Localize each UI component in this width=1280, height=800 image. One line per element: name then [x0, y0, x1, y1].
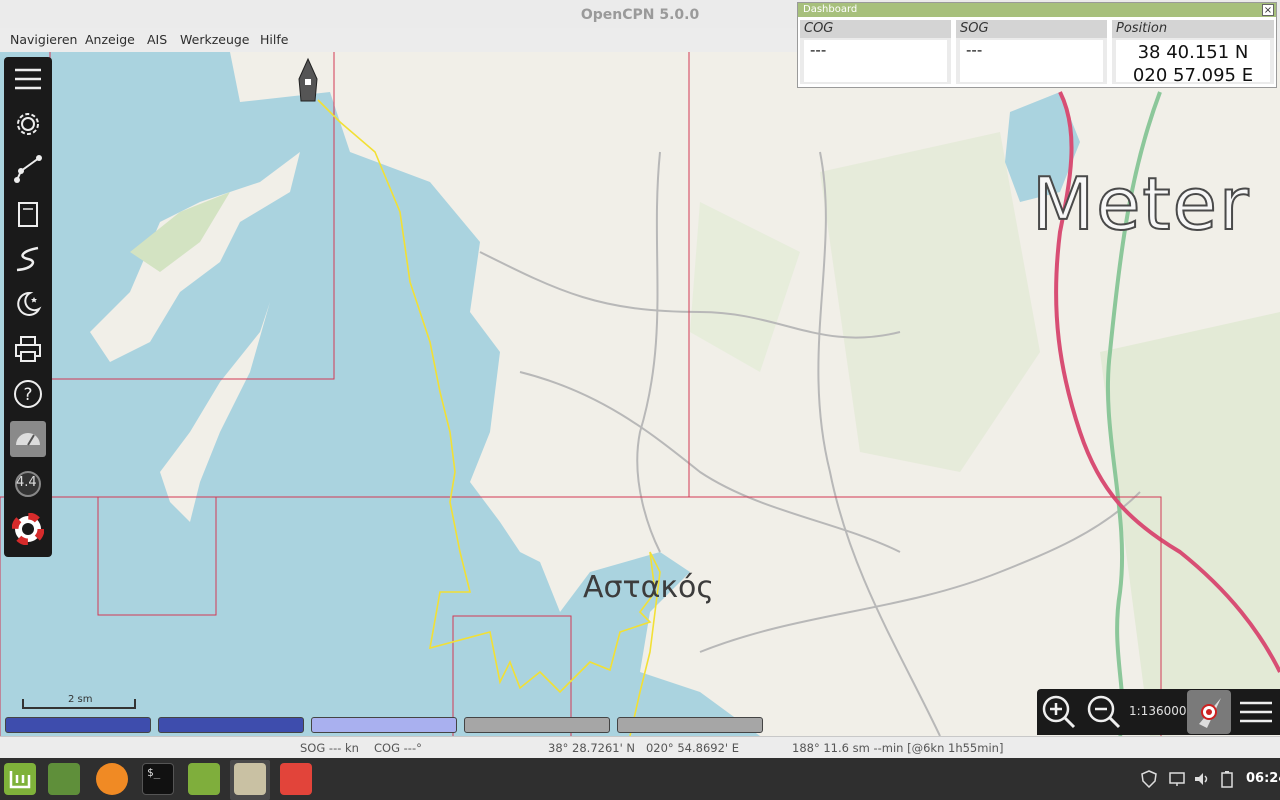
- own-ship-icon[interactable]: [293, 57, 323, 105]
- menu-werkzeuge[interactable]: Werkzeuge: [180, 32, 250, 47]
- mob-lifebuoy-icon[interactable]: [10, 511, 46, 547]
- dashboard-icon[interactable]: [10, 421, 46, 457]
- shield-icon[interactable]: [1140, 770, 1158, 788]
- screenshot-app-icon[interactable]: [280, 763, 312, 795]
- clock: 06:24: [1246, 771, 1280, 786]
- follow-ship-icon[interactable]: [1187, 690, 1231, 734]
- piano-key-2[interactable]: [158, 717, 304, 733]
- scale-bar-label: 2 sm: [68, 694, 93, 705]
- settings-gear-icon[interactable]: [10, 106, 46, 142]
- sog-instrument: SOG ---: [956, 20, 1110, 84]
- scale-bar: 2 sm: [22, 694, 136, 709]
- status-bar: SOG --- kn COG ---° 38° 28.7261' N 020° …: [0, 736, 1280, 758]
- instruments-icon[interactable]: 4.4: [10, 466, 46, 502]
- help-icon[interactable]: ?: [10, 376, 46, 412]
- sog-caption: SOG: [956, 20, 1107, 38]
- firefox-icon[interactable]: [96, 763, 128, 795]
- status-cursor-position: 38° 28.7261' N 020° 54.8692' E: [548, 741, 739, 755]
- menu-icon[interactable]: [10, 61, 46, 97]
- cog-instrument: COG ---: [800, 20, 954, 84]
- chart-scale: 1:136000: [1129, 704, 1187, 718]
- piano-key-5[interactable]: [617, 717, 763, 733]
- menu-anzeige[interactable]: Anzeige: [85, 32, 135, 47]
- opencpn-icon[interactable]: [234, 763, 266, 795]
- depth-units-overlay: Meter: [1031, 161, 1251, 247]
- print-icon[interactable]: [10, 331, 46, 367]
- taskbar: $_ 06:24: [0, 758, 1280, 800]
- sog-value: ---: [960, 40, 1103, 82]
- town-label: Αστακός: [583, 570, 715, 605]
- status-bearing-distance: 188° 11.6 sm --min [@6kn 1h55min]: [792, 741, 1004, 755]
- piano-key-3[interactable]: [311, 717, 457, 733]
- dashboard-panel[interactable]: Dashboard × COG --- SOG --- Position 38 …: [797, 2, 1277, 88]
- chart-menu-icon[interactable]: [1238, 694, 1274, 730]
- route-icon[interactable]: [10, 151, 46, 187]
- chart-map: [0, 52, 1280, 736]
- position-lon: 020 57.095 E: [1132, 65, 1254, 86]
- position-value: 38 40.151 N 020 57.095 E: [1116, 40, 1270, 86]
- menu-navigieren[interactable]: Navigieren: [10, 32, 77, 47]
- zoom-out-icon[interactable]: [1086, 694, 1122, 730]
- show-desktop-icon[interactable]: [48, 763, 80, 795]
- menu-ais[interactable]: AIS: [147, 32, 167, 47]
- position-caption: Position: [1112, 20, 1274, 38]
- mint-menu-icon[interactable]: [4, 763, 36, 795]
- status-sog: SOG --- kn: [300, 741, 359, 755]
- battery-icon[interactable]: [1220, 770, 1234, 788]
- position-lat: 38 40.151 N: [1137, 42, 1249, 63]
- terminal-icon[interactable]: $_: [142, 763, 174, 795]
- cog-caption: COG: [800, 20, 951, 38]
- instruments-label: 4.4: [16, 475, 37, 490]
- cog-value: ---: [804, 40, 947, 82]
- menu-hilfe[interactable]: Hilfe: [260, 32, 288, 47]
- zoom-panel: 1:136000: [1037, 689, 1280, 735]
- files-icon[interactable]: [188, 763, 220, 795]
- dashboard-close-button[interactable]: ×: [1262, 4, 1274, 16]
- volume-icon[interactable]: [1193, 770, 1211, 788]
- route-manager-icon[interactable]: [10, 196, 46, 232]
- status-cog: COG ---°: [374, 741, 422, 755]
- network-icon[interactable]: [1168, 770, 1186, 788]
- zoom-in-icon[interactable]: [1041, 694, 1077, 730]
- svg-text:?: ?: [23, 385, 32, 405]
- position-instrument: Position 38 40.151 N 020 57.095 E: [1112, 20, 1274, 86]
- night-mode-icon[interactable]: [10, 286, 46, 322]
- piano-key-1[interactable]: [5, 717, 151, 733]
- piano-key-4[interactable]: [464, 717, 610, 733]
- dashboard-title: Dashboard ×: [798, 3, 1276, 17]
- main-toolbar: ? 4.4: [4, 57, 52, 557]
- track-icon[interactable]: [10, 241, 46, 277]
- chart-canvas[interactable]: Αστακός Meter 2 sm: [0, 52, 1280, 736]
